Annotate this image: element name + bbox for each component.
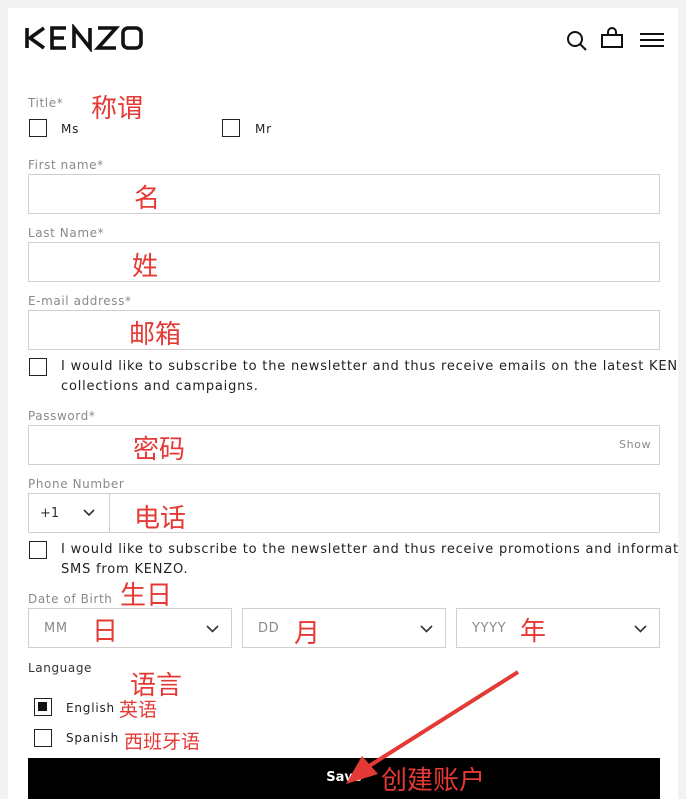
menu-icon[interactable] bbox=[640, 32, 664, 48]
phone-label: Phone Number bbox=[28, 477, 125, 491]
phone-number-input[interactable] bbox=[110, 494, 659, 532]
dob-label: Date of Birth bbox=[28, 592, 113, 606]
annotation-arrow-icon bbox=[346, 670, 520, 784]
chevron-down-icon bbox=[634, 625, 647, 633]
annotation-english: 英语 bbox=[119, 699, 158, 721]
annotation-email: 邮箱 bbox=[129, 320, 182, 350]
registration-page: Title* 称谓 Ms Mr First name* 名 Last Name*… bbox=[8, 8, 678, 799]
language-english-radio[interactable] bbox=[34, 698, 52, 716]
annotation-month: 月 bbox=[294, 619, 321, 649]
password-label: Password* bbox=[28, 409, 96, 423]
annotation-year: 年 bbox=[520, 617, 547, 647]
title-mr-label: Mr bbox=[255, 122, 272, 136]
phone-country-code: +1 bbox=[40, 506, 60, 521]
dob-month-select[interactable]: MM bbox=[28, 608, 232, 648]
phone-field: +1 bbox=[28, 493, 660, 533]
kenzo-logo[interactable] bbox=[24, 22, 144, 56]
chevron-down-icon bbox=[83, 509, 95, 517]
annotation-title: 称谓 bbox=[91, 94, 144, 124]
kenzo-logo-mark bbox=[25, 22, 143, 54]
language-spanish-label: Spanish bbox=[66, 731, 119, 745]
last-name-input[interactable] bbox=[28, 242, 660, 282]
newsletter-sms-text-line1: I would like to subscribe to the newslet… bbox=[61, 542, 678, 557]
password-input[interactable] bbox=[28, 425, 660, 465]
language-label: Language bbox=[28, 661, 93, 675]
first-name-label: First name* bbox=[28, 158, 104, 172]
dob-month-placeholder: MM bbox=[44, 621, 68, 636]
dob-day-placeholder: DD bbox=[258, 621, 280, 636]
dob-year-select[interactable]: YYYY bbox=[456, 608, 660, 648]
annotation-dob: 生日 bbox=[120, 581, 173, 611]
dob-year-placeholder: YYYY bbox=[472, 621, 507, 636]
annotation-spanish: 西班牙语 bbox=[124, 731, 201, 753]
email-label: E-mail address* bbox=[28, 294, 132, 308]
phone-country-code-select[interactable]: +1 bbox=[29, 494, 110, 532]
password-show-toggle[interactable]: Show bbox=[619, 438, 651, 451]
newsletter-email-checkbox[interactable] bbox=[29, 358, 47, 376]
newsletter-email-text-line1: I would like to subscribe to the newslet… bbox=[61, 359, 678, 374]
chevron-down-icon bbox=[206, 625, 219, 633]
language-english-label: English bbox=[66, 701, 115, 715]
annotation-first-name: 名 bbox=[134, 184, 161, 214]
newsletter-email-text-line2: collections and campaigns. bbox=[61, 379, 259, 394]
last-name-label: Last Name* bbox=[28, 226, 105, 240]
language-spanish-radio[interactable] bbox=[34, 729, 52, 747]
bag-icon[interactable] bbox=[600, 26, 624, 50]
dob-day-select[interactable]: DD bbox=[242, 608, 446, 648]
title-ms-checkbox[interactable] bbox=[29, 119, 47, 137]
annotation-day: 日 bbox=[92, 617, 119, 647]
first-name-input[interactable] bbox=[28, 174, 660, 214]
search-icon[interactable] bbox=[566, 30, 588, 52]
email-input[interactable] bbox=[28, 310, 660, 350]
annotation-last-name: 姓 bbox=[132, 252, 159, 282]
annotation-password: 密码 bbox=[133, 435, 186, 465]
title-mr-checkbox[interactable] bbox=[222, 119, 240, 137]
title-label: Title* bbox=[28, 96, 64, 110]
newsletter-sms-checkbox[interactable] bbox=[29, 541, 47, 559]
annotation-phone: 电话 bbox=[134, 504, 187, 534]
chevron-down-icon bbox=[420, 625, 433, 633]
title-ms-label: Ms bbox=[61, 122, 80, 136]
